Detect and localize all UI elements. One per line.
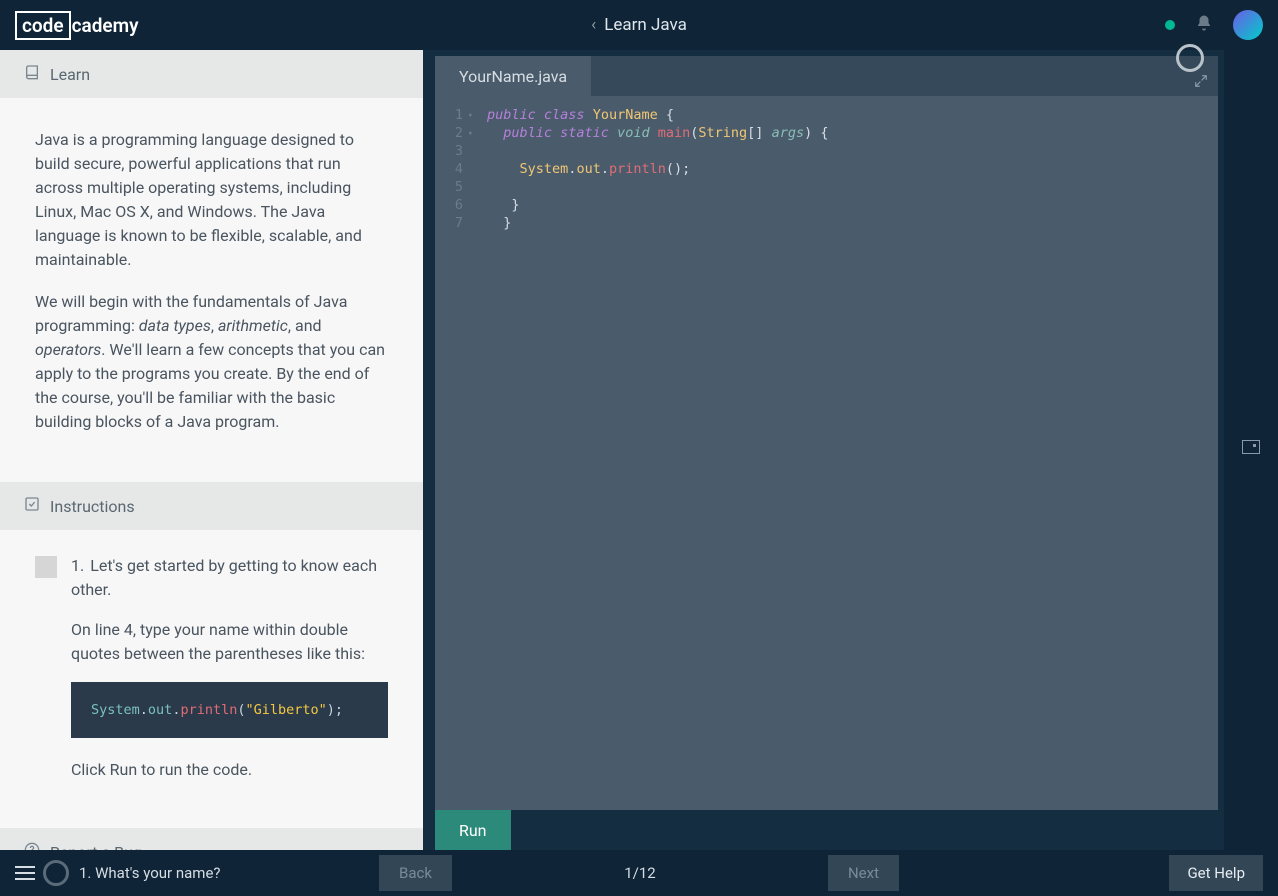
lesson-content: Java is a programming language designed … [0,98,423,482]
lesson-para-2: We will begin with the fundamentals of J… [35,290,388,434]
run-button[interactable]: Run [435,810,511,850]
footer-nav: Back 1/12 Next [379,855,899,891]
instruction-text: 1.Let's get started by getting to know e… [71,554,388,798]
lesson-para-1: Java is a programming language designed … [35,128,388,272]
next-button[interactable]: Next [828,855,899,891]
menu-icon[interactable] [15,866,35,880]
code-lines[interactable]: public class YourName { public static vo… [469,106,828,810]
user-avatar[interactable] [1233,10,1263,40]
instruction-item: 1.Let's get started by getting to know e… [35,554,388,798]
instructions-header-label: Instructions [50,497,135,516]
progress-circle-icon [43,860,69,886]
lesson-scroll[interactable]: Learn Java is a programming language des… [0,50,423,850]
editor-tab-bar: YourName.java [435,56,1218,96]
file-tab[interactable]: YourName.java [435,56,591,96]
learn-header-label: Learn [50,65,90,84]
progress-indicator: 1/12 [624,864,655,882]
step-checkbox[interactable] [35,556,57,578]
logo[interactable]: codecademy [15,11,139,40]
lesson-panel: Learn Java is a programming language des… [0,50,423,850]
instructions-body: 1.Let's get started by getting to know e… [0,530,423,828]
back-button[interactable]: Back [379,855,452,891]
instructions-header: Instructions [0,482,423,530]
right-rail [1224,50,1278,850]
notifications-icon[interactable] [1195,14,1213,37]
report-bug-label: Report a Bug [50,843,142,850]
course-title-link[interactable]: Learn Java [591,15,687,35]
status-indicator-icon [1165,20,1175,30]
get-help-button[interactable]: Get Help [1169,855,1263,891]
book-icon [24,64,40,84]
logo-box: code [15,11,71,40]
code-editor[interactable]: 1 2 3 4 5 6 7 public class YourName { pu… [435,96,1218,810]
check-square-icon [24,496,40,516]
header-right [1165,10,1263,40]
code-sample: System.out.println("Gilberto"); [71,682,388,738]
step-number: 1. [71,556,84,575]
terminal-toggle-icon[interactable] [1242,440,1260,454]
app-header: codecademy Learn Java [0,0,1278,50]
footer-bar: 1. What's your name? Back 1/12 Next Get … [0,850,1278,896]
logo-text: cademy [72,14,139,37]
line-gutter: 1 2 3 4 5 6 7 [435,106,469,810]
loading-indicator-icon [1176,44,1204,72]
expand-icon[interactable] [1194,74,1208,92]
editor-area: YourName.java 1 2 3 4 5 6 7 public class… [423,50,1224,850]
learn-header: Learn [0,50,423,98]
lesson-name: 1. What's your name? [79,864,221,882]
report-bug-header[interactable]: Report a Bug [0,828,423,850]
run-bar: Run [435,810,1218,850]
question-circle-icon [24,842,40,850]
main-area: Learn Java is a programming language des… [0,50,1278,850]
